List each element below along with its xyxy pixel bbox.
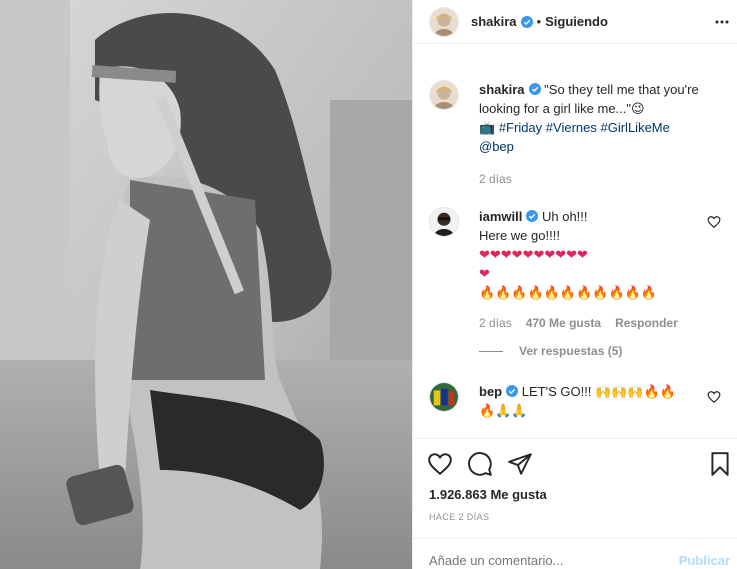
verified-badge-icon — [520, 15, 533, 28]
commenter-avatar[interactable] — [429, 207, 459, 237]
author-avatar[interactable] — [429, 6, 459, 37]
author-username[interactable]: shakira — [471, 14, 517, 29]
post-caption: shakira "So they tell me that you're loo… — [429, 80, 729, 190]
verified-badge-icon — [506, 385, 519, 397]
post-photo-image — [0, 0, 412, 569]
add-comment-bar: Publicar — [413, 538, 737, 569]
caption-timestamp[interactable]: 2 días — [479, 170, 512, 189]
comment-timestamp[interactable]: 2 días — [479, 314, 512, 333]
like-heart-icon[interactable] — [427, 451, 453, 477]
mention-bep[interactable]: @bep — [479, 139, 514, 154]
view-replies-label[interactable]: Ver respuestas (5) — [519, 344, 622, 358]
share-paper-plane-icon[interactable] — [507, 451, 533, 477]
reply-button[interactable]: Responder — [615, 314, 678, 333]
replies-divider — [479, 350, 503, 352]
verified-badge-icon — [528, 83, 541, 95]
comment-body: iamwill Uh oh!!! Here we go!!!! ❤❤❤❤❤❤❤❤… — [479, 207, 719, 333]
post-header: shakira • Siguiendo — [413, 0, 737, 44]
caption-meta: 2 días — [479, 170, 719, 189]
comment-username[interactable]: iamwill — [479, 209, 522, 224]
comment-text-line2: 🔥🙏🙏 — [479, 403, 528, 418]
likes-count[interactable]: 1.926.863 Me gusta — [429, 487, 547, 502]
publish-button[interactable]: Publicar — [679, 553, 730, 568]
commenter-avatar[interactable] — [429, 382, 459, 412]
comment-bep: bep LET'S GO!!! 🙌🙌🙌🔥🔥 🔥🙏🙏 — [429, 382, 729, 432]
follow-separator: • — [536, 14, 542, 29]
post-panel: shakira • Siguiendo shakira "So they tel… — [412, 0, 737, 569]
caption-body: shakira "So they tell me that you're loo… — [479, 80, 719, 189]
post-actions: 1.926.863 Me gusta HACE 2 DÍAS — [413, 438, 737, 538]
posted-ago[interactable]: HACE 2 DÍAS — [429, 512, 489, 522]
verified-badge-icon — [526, 210, 539, 222]
hashtag-girllikeme[interactable]: #GirlLikeMe — [601, 120, 670, 135]
hashtag-friday[interactable]: #Friday — [499, 120, 542, 135]
hashtag-viernes[interactable]: #Viernes — [546, 120, 597, 135]
tv-emoji: 📺 — [479, 120, 496, 135]
hearts-emoji: ❤❤❤❤❤❤❤❤❤❤ — [479, 247, 588, 262]
caption-avatar[interactable] — [429, 80, 459, 110]
comment-input[interactable] — [429, 553, 659, 568]
following-button[interactable]: Siguiendo — [545, 14, 608, 29]
comment-body: bep LET'S GO!!! 🙌🙌🙌🔥🔥 🔥🙏🙏 — [479, 382, 719, 420]
save-bookmark-icon[interactable] — [707, 451, 733, 477]
like-comment-heart-icon[interactable] — [707, 390, 721, 404]
hearts-emoji-wrap: ❤ — [479, 266, 490, 281]
comment-iamwill: iamwill Uh oh!!! Here we go!!!! ❤❤❤❤❤❤❤❤… — [429, 207, 729, 332]
comment-username[interactable]: bep — [479, 384, 502, 399]
comment-meta: 2 días 470 Me gusta Responder — [479, 314, 719, 333]
view-replies[interactable]: Ver respuestas (5) — [479, 344, 622, 358]
comment-text-line1: Uh oh!!! — [541, 209, 588, 224]
comment-text-line2: Here we go!!!! — [479, 228, 560, 243]
more-options-icon[interactable] — [714, 14, 730, 30]
comment-text-line1: LET'S GO!!! 🙌🙌🙌🔥🔥 — [521, 384, 676, 399]
fire-emoji: 🔥🔥🔥🔥🔥🔥🔥🔥🔥🔥🔥 — [479, 285, 658, 300]
comment-bubble-icon[interactable] — [467, 451, 493, 477]
like-comment-heart-icon[interactable] — [707, 215, 721, 229]
comment-likes[interactable]: 470 Me gusta — [526, 314, 601, 333]
post-photo[interactable] — [0, 0, 412, 569]
caption-username[interactable]: shakira — [479, 82, 525, 97]
